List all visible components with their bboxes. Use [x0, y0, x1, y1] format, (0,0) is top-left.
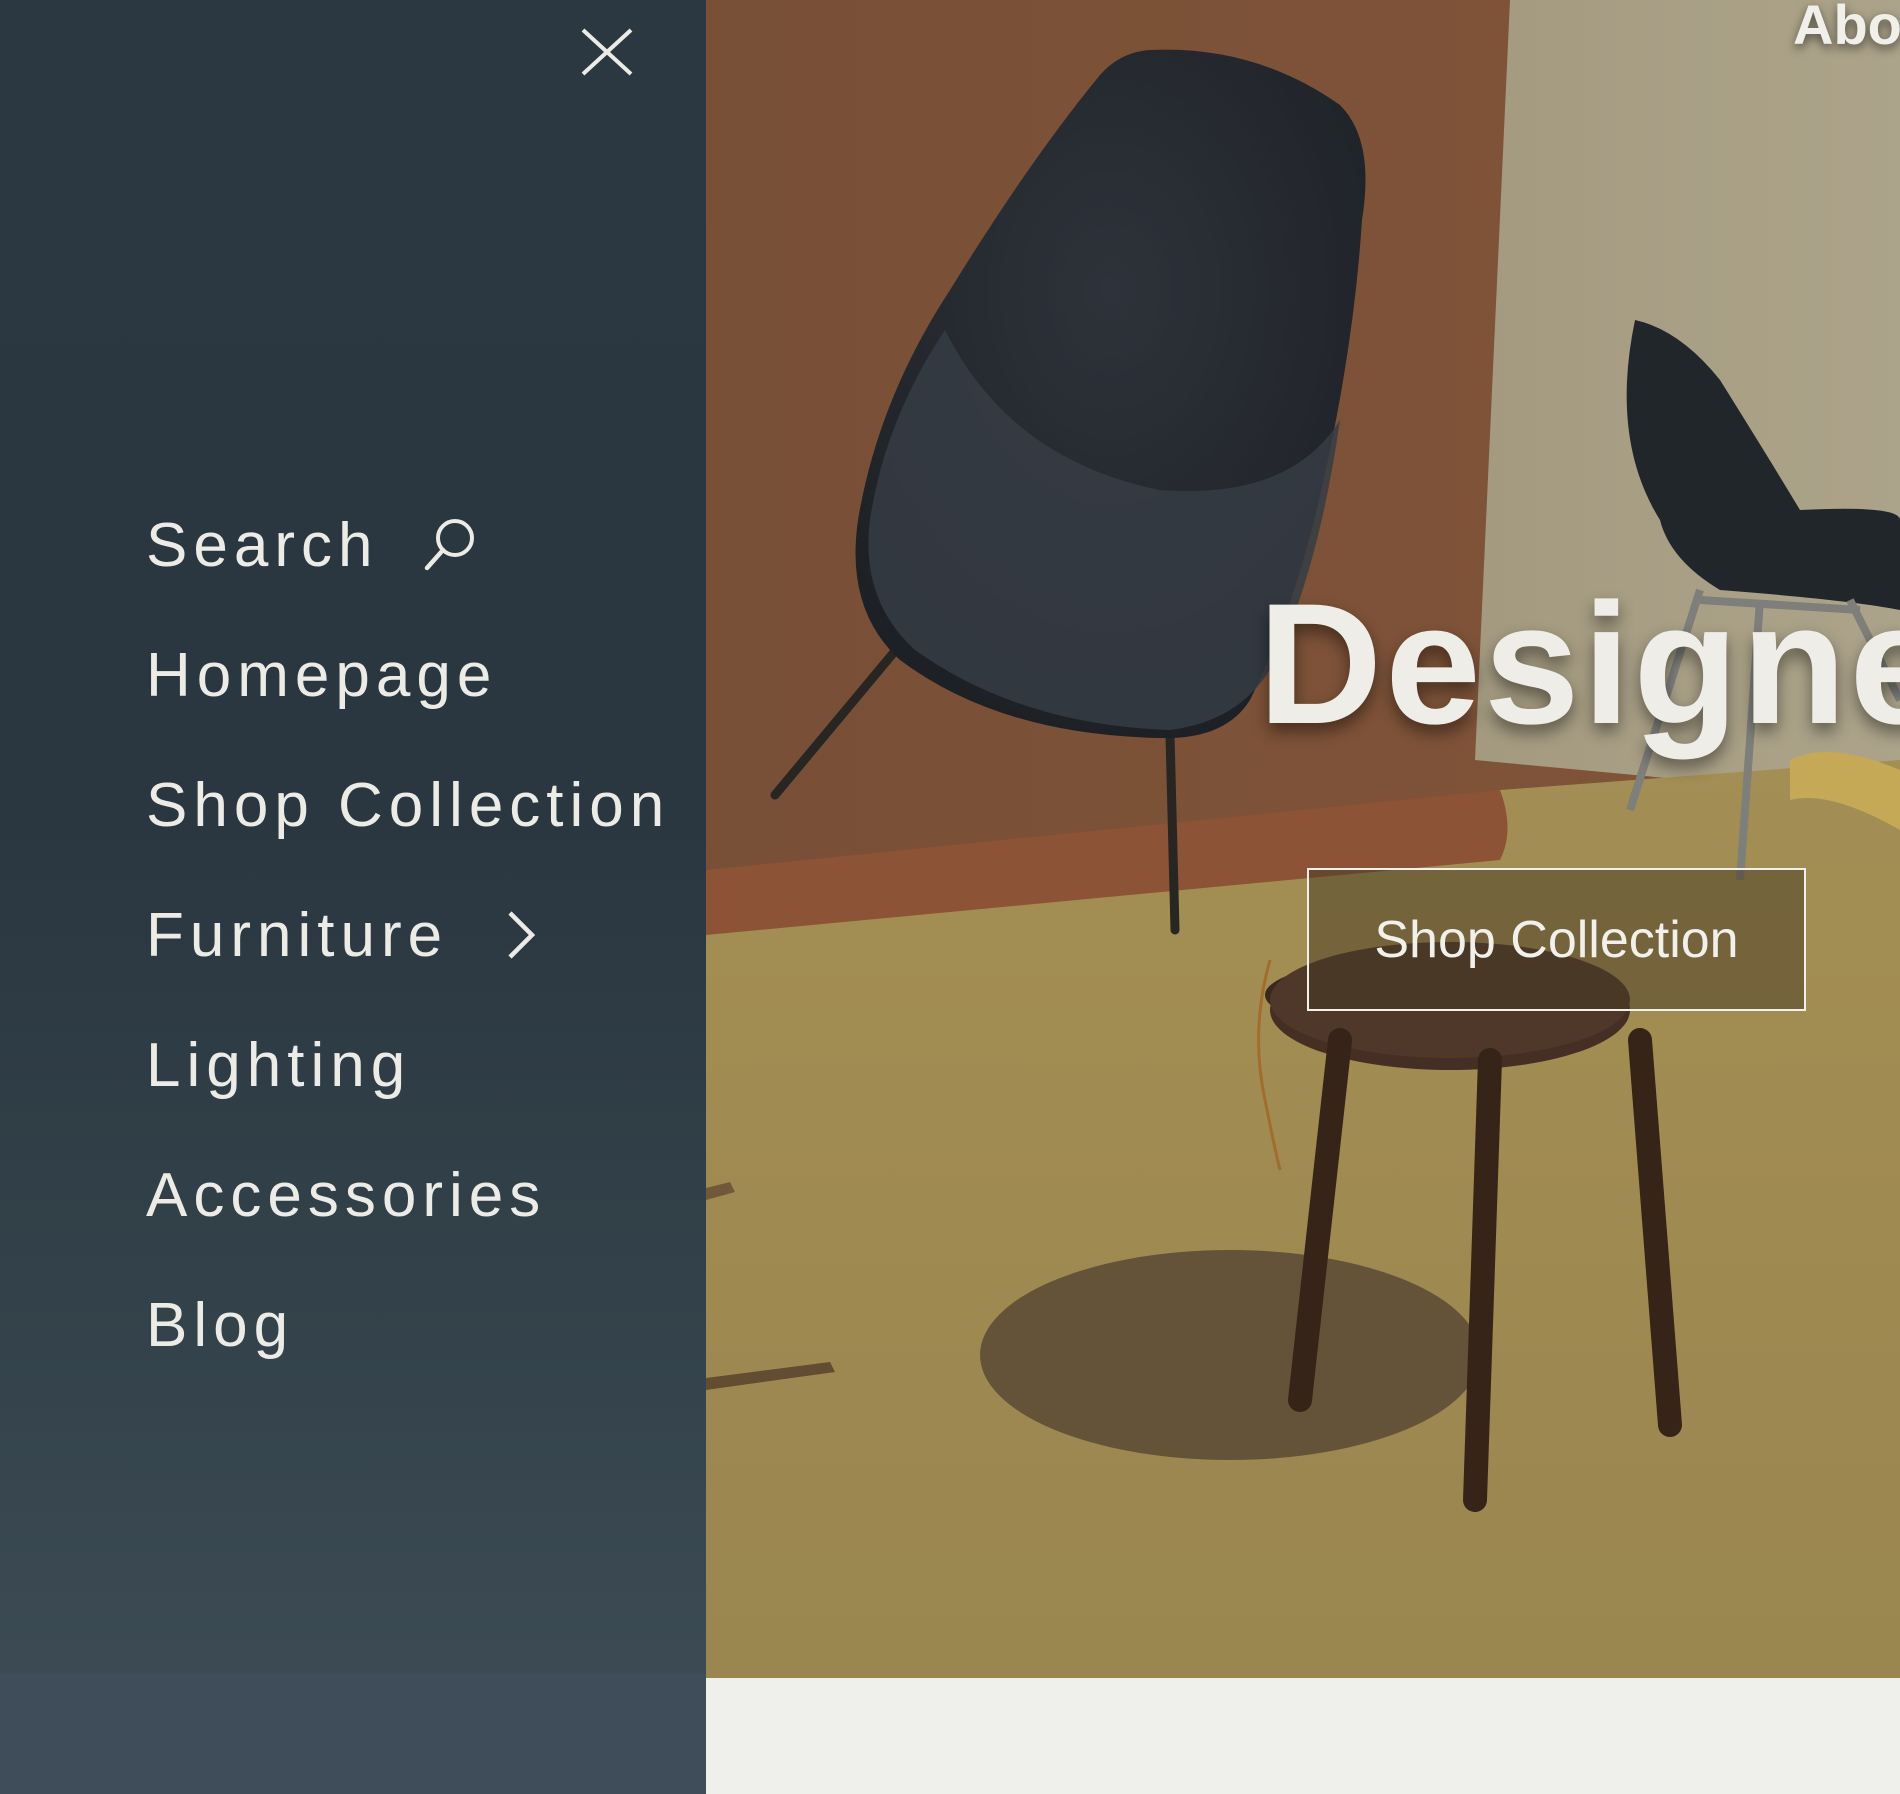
menu-item-label: Homepage	[146, 640, 498, 710]
nav-about-link[interactable]: Abo	[1793, 0, 1900, 57]
drawer-menu: Search Homepage Shop Collection Furnitur…	[146, 480, 670, 1390]
menu-item-lighting[interactable]: Lighting	[146, 1000, 670, 1130]
chevron-right-icon[interactable]	[506, 910, 536, 960]
drawer-footer	[0, 1674, 706, 1794]
menu-item-label: Lighting	[146, 1030, 412, 1100]
page: Abo Designed Shop Collection Search	[0, 0, 1900, 1794]
menu-item-accessories[interactable]: Accessories	[146, 1130, 670, 1260]
menu-item-label: Accessories	[146, 1160, 547, 1230]
search-icon[interactable]	[422, 517, 478, 573]
menu-item-blog[interactable]: Blog	[146, 1260, 670, 1390]
shop-collection-button[interactable]: Shop Collection	[1307, 868, 1806, 1011]
menu-item-label: Search	[146, 510, 379, 580]
menu-item-label: Blog	[146, 1290, 295, 1360]
menu-item-label: Shop Collection	[146, 770, 671, 840]
menu-item-furniture[interactable]: Furniture	[146, 870, 670, 1000]
menu-item-homepage[interactable]: Homepage	[146, 610, 670, 740]
menu-item-shop-collection[interactable]: Shop Collection	[146, 740, 670, 870]
menu-item-search[interactable]: Search	[146, 480, 670, 610]
menu-item-label: Furniture	[146, 900, 449, 970]
navigation-drawer: Search Homepage Shop Collection Furnitur…	[0, 0, 706, 1794]
hero-title: Designed	[1258, 568, 1900, 760]
close-icon[interactable]	[578, 28, 636, 76]
